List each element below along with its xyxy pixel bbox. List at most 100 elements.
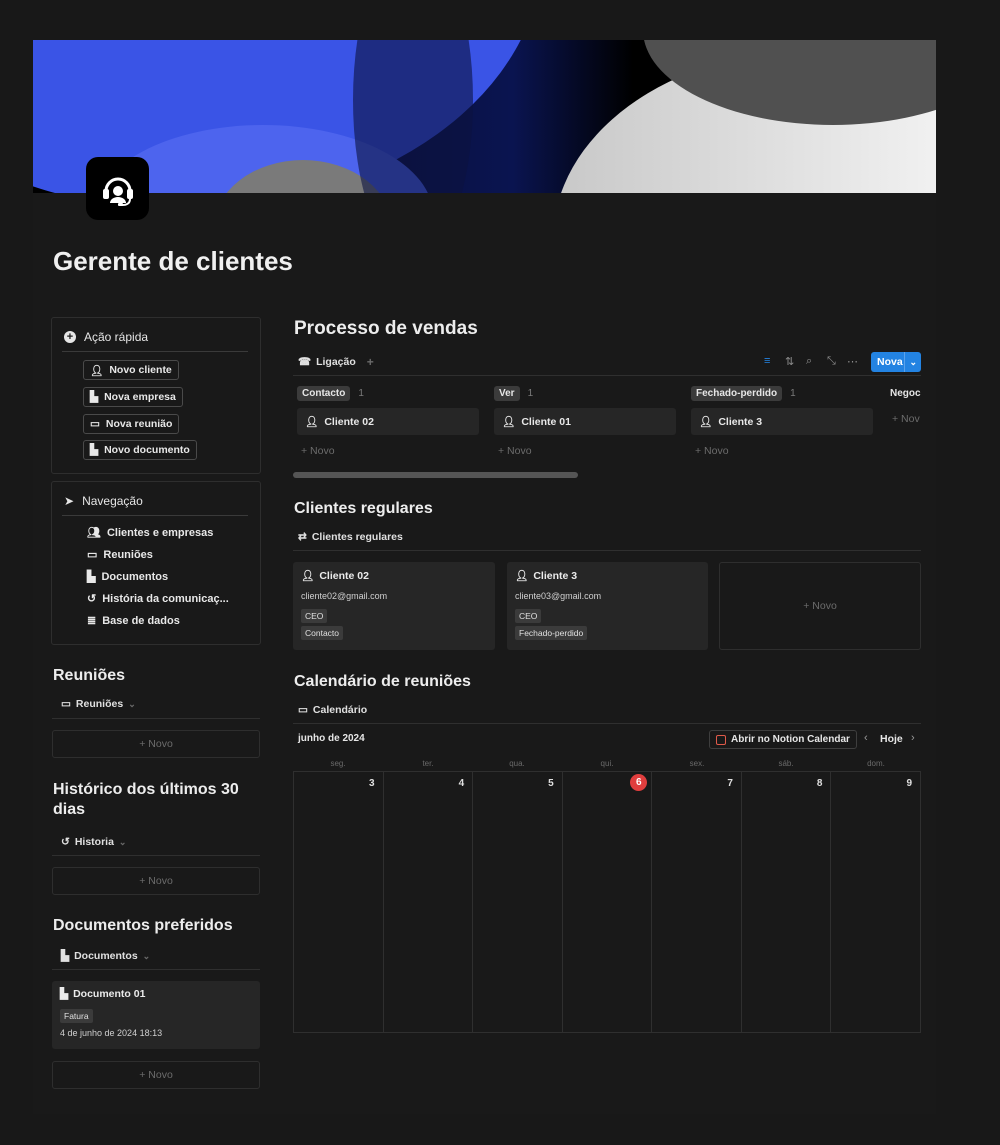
meetings-heading: Reuniões [53,667,126,684]
previous-month-icon[interactable]: ‹ [864,732,868,744]
calendar-grid: 3 4 5 6 7 8 9 [293,771,922,1033]
sort-icon[interactable]: ⇅ [785,355,794,368]
view-label: Historia [74,836,114,848]
status-chip: Ver [494,386,520,401]
meetings-new-button[interactable]: + Novo [52,730,260,758]
open-notion-calendar-button[interactable]: Abrir no Notion Calendar [709,730,857,749]
next-month-icon[interactable]: › [911,732,915,744]
add-view-icon[interactable]: + [367,355,374,369]
nav-label: Base de dados [102,614,180,627]
client-card[interactable]: 👤︎ Cliente 3 cliente03@gmail.com CEO Fec… [507,562,708,650]
column-header-fechado-perdido[interactable]: Fechado-perdido 1 [691,386,796,401]
new-client-button[interactable]: 👤︎ Novo cliente [83,360,179,380]
column-header-negociacao[interactable]: Negoc [888,386,936,401]
quick-action-header: + Ação rápida [64,330,148,344]
role-tag: CEO [301,609,328,623]
document-icon: ▙ [90,444,99,456]
client-email: cliente02@gmail.com [301,591,388,601]
column-new-button[interactable]: + Novo [695,445,729,457]
nav-item-documents[interactable]: ▙ Documentos [87,570,169,584]
card-title: Cliente 3 [718,415,763,428]
column-count: 1 [358,388,364,399]
calendar-day-cell[interactable]: 5 [473,772,563,1032]
column-new-button[interactable]: + Nov [892,413,920,425]
calendar-day-cell[interactable]: 9 [831,772,922,1032]
regular-clients-view-tab[interactable]: ⇄ Clientes regulares [298,531,403,543]
divider [52,855,260,856]
nav-item-meetings[interactable]: ▭ Reuniões [87,548,153,562]
expand-icon[interactable]: ⤡ [827,355,836,368]
document-name: ▙ Documento 01 [60,988,145,1000]
view-label: Ligação [316,356,356,368]
card-title: Documento 01 [73,988,146,1000]
regular-clients-heading: Clientes regulares [294,500,433,517]
calendar-icon: ▭ [90,418,100,430]
nav-item-clients-companies[interactable]: 👥︎ Clientes e empresas [87,526,213,540]
cover-image[interactable] [33,40,936,193]
docs-view-tab[interactable]: ▙ Documentos ⌄ [61,950,150,962]
button-label: Novo documento [104,444,190,456]
calendar-month: junho de 2024 [298,733,365,744]
meetings-view-tab[interactable]: ▭ Reuniões ⌄ [61,698,136,710]
card-title: Cliente 01 [521,415,571,428]
regular-clients-new-button[interactable]: + Novo [719,562,921,650]
column-new-button[interactable]: + Novo [498,445,532,457]
sales-view-tab[interactable]: ☎ Ligação + [298,355,374,369]
history-new-button[interactable]: + Novo [52,867,260,895]
calendar-day-cell[interactable]: 3 [294,772,384,1032]
weekday-label: qui. [600,759,614,768]
more-icon[interactable]: ⋯ [847,355,858,368]
filter-icon[interactable]: ≡ [764,355,770,367]
docs-new-button[interactable]: + Novo [52,1061,260,1089]
nav-item-database[interactable]: ≣ Base de dados [87,614,180,628]
new-company-button[interactable]: ▙ Nova empresa [83,387,183,407]
search-icon[interactable]: ⌕ [806,355,812,368]
new-document-button[interactable]: ▙ Novo documento [83,440,197,460]
client-email: cliente03@gmail.com [515,591,602,601]
divider [52,718,260,719]
navigation-title: Navegação [82,494,143,508]
column-count: 1 [527,388,534,399]
person-icon: 👤︎ [502,416,516,428]
nav-label: História da comunicaç... [102,592,229,605]
document-card[interactable]: ▙ Documento 01 Fatura 4 de junho de 2024… [52,981,260,1049]
column-header-ver[interactable]: Ver 1 [494,386,533,401]
column-header-contacto[interactable]: Contacto 1 [297,386,364,401]
view-label: Reuniões [75,698,124,710]
day-number: 3 [369,778,375,789]
kanban-card[interactable]: 👤︎ Cliente 3 [691,408,873,435]
column-new-button[interactable]: + Novo [301,445,335,457]
weekday-label: sex. [689,759,705,768]
card-title: Cliente 02 [324,415,374,428]
button-label: Abrir no Notion Calendar [731,734,850,745]
new-meeting-button[interactable]: ▭ Nova reunião [83,414,180,434]
headset-icon[interactable] [86,157,149,220]
status-chip: Negoc [890,388,921,399]
phone-icon: ☎ [298,356,312,368]
chevron-down-icon[interactable]: ⌄ [904,352,921,372]
card-title: Cliente 3 [533,569,578,582]
weekday-label: dom. [867,759,885,768]
new-record-button[interactable]: Nova ⌄ [871,352,921,372]
client-card[interactable]: 👤︎ Cliente 02 cliente02@gmail.com CEO Co… [293,562,495,650]
calendar-view-tab[interactable]: ▭ Calendário [298,704,367,716]
history-view-tab[interactable]: ↺ Historia ⌄ [61,836,126,848]
weekday-label: ter. [422,759,434,768]
kanban-card[interactable]: 👤︎ Cliente 01 [494,408,676,435]
divider [293,723,921,724]
kanban-card[interactable]: 👤︎ Cliente 02 [297,408,479,435]
document-date: 4 de junho de 2024 18:13 [60,1028,163,1038]
nav-item-communication-history[interactable]: ↺ História da comunicaç... [87,592,229,606]
calendar-heading: Calendário de reuniões [294,673,471,690]
calendar-day-cell[interactable]: 6 [563,772,653,1032]
button-label: Nova [877,356,903,368]
today-button[interactable]: Hoje [880,733,903,745]
calendar-day-cell[interactable]: 4 [384,772,474,1032]
chevron-down-icon: ⌄ [142,950,151,961]
horizontal-scrollbar[interactable] [293,472,578,478]
sync-icon: ⇄ [298,531,307,543]
calendar-day-cell[interactable]: 7 [652,772,742,1032]
history-icon: ↺ [87,593,97,605]
calendar-day-cell[interactable]: 8 [742,772,832,1032]
nav-label: Documentos [101,570,169,583]
